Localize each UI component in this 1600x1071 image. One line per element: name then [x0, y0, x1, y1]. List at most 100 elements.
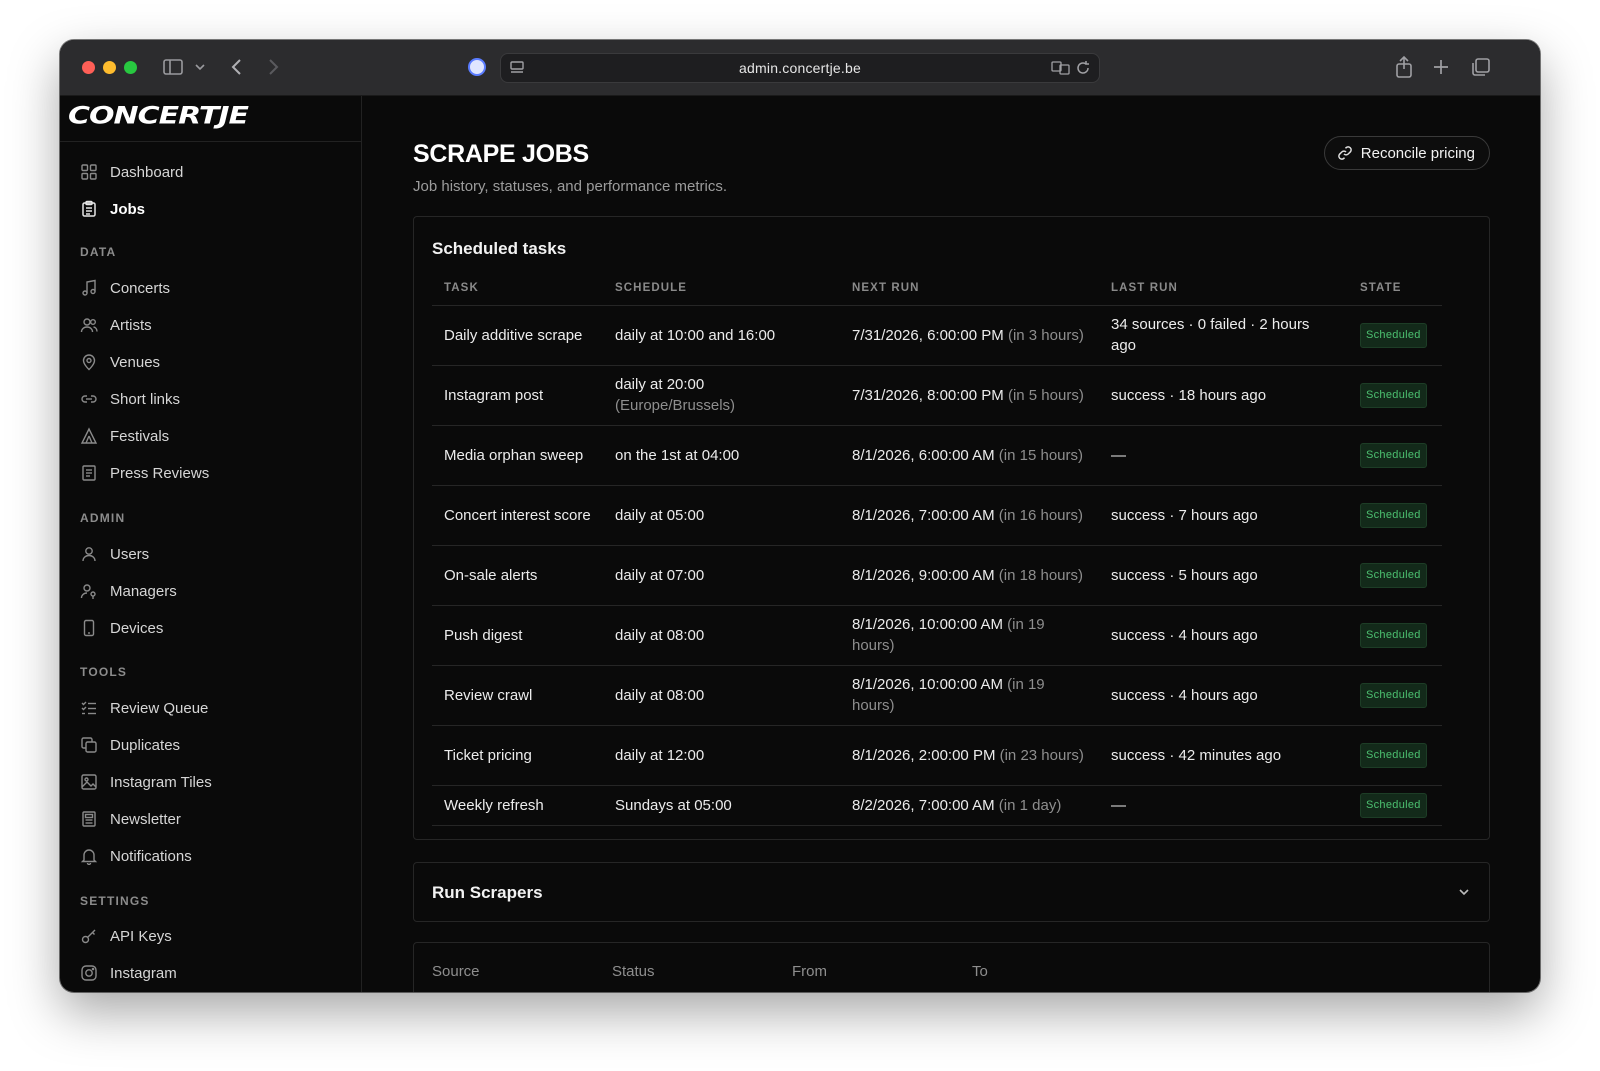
column-header-to: To	[972, 963, 988, 980]
back-arrow-icon[interactable]	[230, 56, 244, 78]
table-row[interactable]: Weekly refresh Sundays at 05:00 8/2/2026, …	[432, 785, 1442, 826]
sidebar-toggle-icon[interactable]	[162, 56, 184, 78]
next-run-relative: (in 15 hours)	[998, 446, 1084, 464]
sidebar-item-dashboard[interactable]: Dashboard	[80, 160, 183, 184]
table-row[interactable]: Review crawl daily at 08:00 8/1/2026, 10:0…	[432, 665, 1442, 726]
schedule-cell: daily at 10:00 and 16:00	[603, 305, 840, 366]
user-key-icon	[80, 582, 98, 600]
close-window-button[interactable]	[82, 61, 95, 74]
table-row[interactable]: Ticket pricing daily at 12:00 8/1/2026, 2:…	[432, 725, 1442, 786]
last-run-text: 34 sources · 0 failed · 2 hours ago	[1111, 316, 1310, 354]
sidebar-item-duplicates[interactable]: Duplicates	[80, 733, 180, 757]
sidebar-item-venues[interactable]: Venues	[80, 350, 160, 374]
status-badge: Scheduled	[1360, 502, 1427, 528]
password-manager-icon[interactable]	[468, 58, 486, 76]
next-run-time: 8/1/2026, 7:00:00 AM	[852, 506, 995, 524]
task-name-cell: Review crawl	[432, 665, 603, 726]
sidebar-item-managers[interactable]: Managers	[80, 579, 177, 603]
newsletter-icon	[80, 810, 98, 828]
sidebar-item-short-links[interactable]: Short links	[80, 387, 180, 411]
schedule-cell: on the 1st at 04:00	[603, 425, 840, 486]
key-icon	[80, 927, 98, 945]
schedule-text: Sundays at 05:00	[615, 796, 732, 814]
reconcile-pricing-button[interactable]: Reconcile pricing	[1323, 136, 1490, 170]
users-icon	[80, 316, 98, 334]
reload-icon[interactable]	[1075, 60, 1091, 81]
last-run-cell: success · 7 hours ago	[1099, 485, 1348, 546]
schedule-text: daily at 07:00	[615, 566, 705, 584]
task-name: Concert interest score	[444, 506, 591, 524]
sidebar-item-label: Users	[110, 545, 150, 563]
tab-overview-icon[interactable]	[1470, 56, 1492, 78]
chevron-down-icon[interactable]	[194, 58, 206, 76]
next-run-cell: 8/1/2026, 10:00:00 AM (in 19 hours)	[840, 665, 1099, 726]
run-scrapers-card[interactable]: Run Scrapers	[413, 862, 1490, 922]
next-run-time: 7/31/2026, 6:00:00 PM	[852, 326, 1004, 344]
logo[interactable]: CONCERTJE	[68, 102, 249, 130]
table-row[interactable]: Media orphan sweep on the 1st at 04:00 8/1…	[432, 425, 1442, 486]
last-run-text: —	[1111, 446, 1126, 464]
schedule-cell: daily at 08:00	[603, 665, 840, 726]
last-run-text: success · 7 hours ago	[1111, 506, 1258, 524]
last-run-text: success · 18 hours ago	[1111, 386, 1267, 404]
share-icon[interactable]	[1394, 55, 1414, 79]
translate-icon[interactable]	[1051, 60, 1071, 81]
status-badge: Scheduled	[1360, 742, 1427, 768]
column-header-last-run: LAST RUN	[1099, 271, 1348, 306]
next-run-time: 8/1/2026, 10:00:00 AM	[852, 616, 1003, 633]
sidebar-item-review-queue[interactable]: Review Queue	[80, 696, 208, 720]
next-run-time: 8/2/2026, 7:00:00 AM	[852, 796, 995, 814]
url-text: admin.concertje.be	[739, 60, 861, 76]
sidebar-item-notifications[interactable]: Notifications	[80, 844, 192, 868]
next-run-cell: 7/31/2026, 6:00:00 PM (in 3 hours)	[840, 305, 1099, 366]
link-icon	[1337, 145, 1353, 161]
minimize-window-button[interactable]	[103, 61, 116, 74]
schedule-cell: Sundays at 05:00	[603, 785, 840, 826]
task-name: Push digest	[444, 626, 523, 644]
last-run-cell: 34 sources · 0 failed · 2 hours ago	[1099, 305, 1348, 366]
grid-icon	[80, 163, 98, 181]
schedule-text: on the 1st at 04:00	[615, 446, 740, 464]
last-run-text: success · 5 hours ago	[1111, 566, 1258, 584]
table-row[interactable]: Push digest daily at 08:00 8/1/2026, 10:00…	[432, 605, 1442, 666]
schedule-cell: daily at 08:00	[603, 605, 840, 666]
task-name: Ticket pricing	[444, 746, 532, 764]
newspaper-icon	[80, 464, 98, 482]
table-row[interactable]: Concert interest score daily at 05:00 8/1/…	[432, 485, 1442, 546]
table-row[interactable]: On-sale alerts daily at 07:00 8/1/2026, 9:…	[432, 545, 1442, 606]
next-run-cell: 8/1/2026, 7:00:00 AM (in 16 hours)	[840, 485, 1099, 546]
sidebar-item-label: Newsletter	[110, 810, 181, 828]
sidebar-item-festivals[interactable]: Festivals	[80, 424, 169, 448]
new-tab-icon[interactable]	[1432, 56, 1450, 78]
sidebar-item-artists[interactable]: Artists	[80, 313, 152, 337]
schedule-text: daily at 08:00	[615, 686, 705, 704]
next-run-relative: (in 23 hours)	[999, 746, 1084, 764]
sidebar-item-newsletter[interactable]: Newsletter	[80, 807, 181, 831]
schedule-text: daily at 20:00	[615, 376, 705, 393]
forward-arrow-icon[interactable]	[266, 56, 280, 78]
address-bar[interactable]: admin.concertje.be	[500, 53, 1100, 83]
sidebar-item-jobs[interactable]: Jobs	[80, 197, 145, 221]
task-name-cell: Media orphan sweep	[432, 425, 603, 486]
column-header-next-run: NEXT RUN	[840, 271, 1099, 306]
page-subtitle: Job history, statuses, and performance m…	[413, 178, 728, 195]
sidebar-item-instagram[interactable]: Instagram	[80, 961, 177, 985]
last-run-cell: success · 4 hours ago	[1099, 665, 1348, 726]
sidebar-item-concerts[interactable]: Concerts	[80, 276, 170, 300]
task-name: Media orphan sweep	[444, 446, 584, 464]
sidebar-item-press-reviews[interactable]: Press Reviews	[80, 461, 209, 485]
column-header-schedule: SCHEDULE	[603, 271, 840, 306]
main-content: SCRAPE JOBS Job history, statuses, and p…	[363, 96, 1540, 992]
sidebar-item-users[interactable]: Users	[80, 542, 149, 566]
last-run-text: success · 4 hours ago	[1111, 626, 1258, 644]
zoom-window-button[interactable]	[124, 61, 137, 74]
schedule-text: daily at 08:00	[615, 626, 705, 644]
scheduled-tasks-card: Scheduled tasks TASK SCHEDULE NEXT RUN L…	[413, 216, 1490, 840]
table-row[interactable]: Instagram post daily at 20:00 (Europe/Bru…	[432, 365, 1442, 426]
chevron-down-icon[interactable]	[1457, 885, 1471, 899]
sidebar-item-devices[interactable]: Devices	[80, 616, 163, 640]
table-row[interactable]: Daily additive scrape daily at 10:00 and …	[432, 305, 1442, 366]
sidebar-item-instagram-tiles[interactable]: Instagram Tiles	[80, 770, 212, 794]
schedule-text: daily at 05:00	[615, 506, 705, 524]
sidebar-item-api-keys[interactable]: API Keys	[80, 924, 172, 948]
